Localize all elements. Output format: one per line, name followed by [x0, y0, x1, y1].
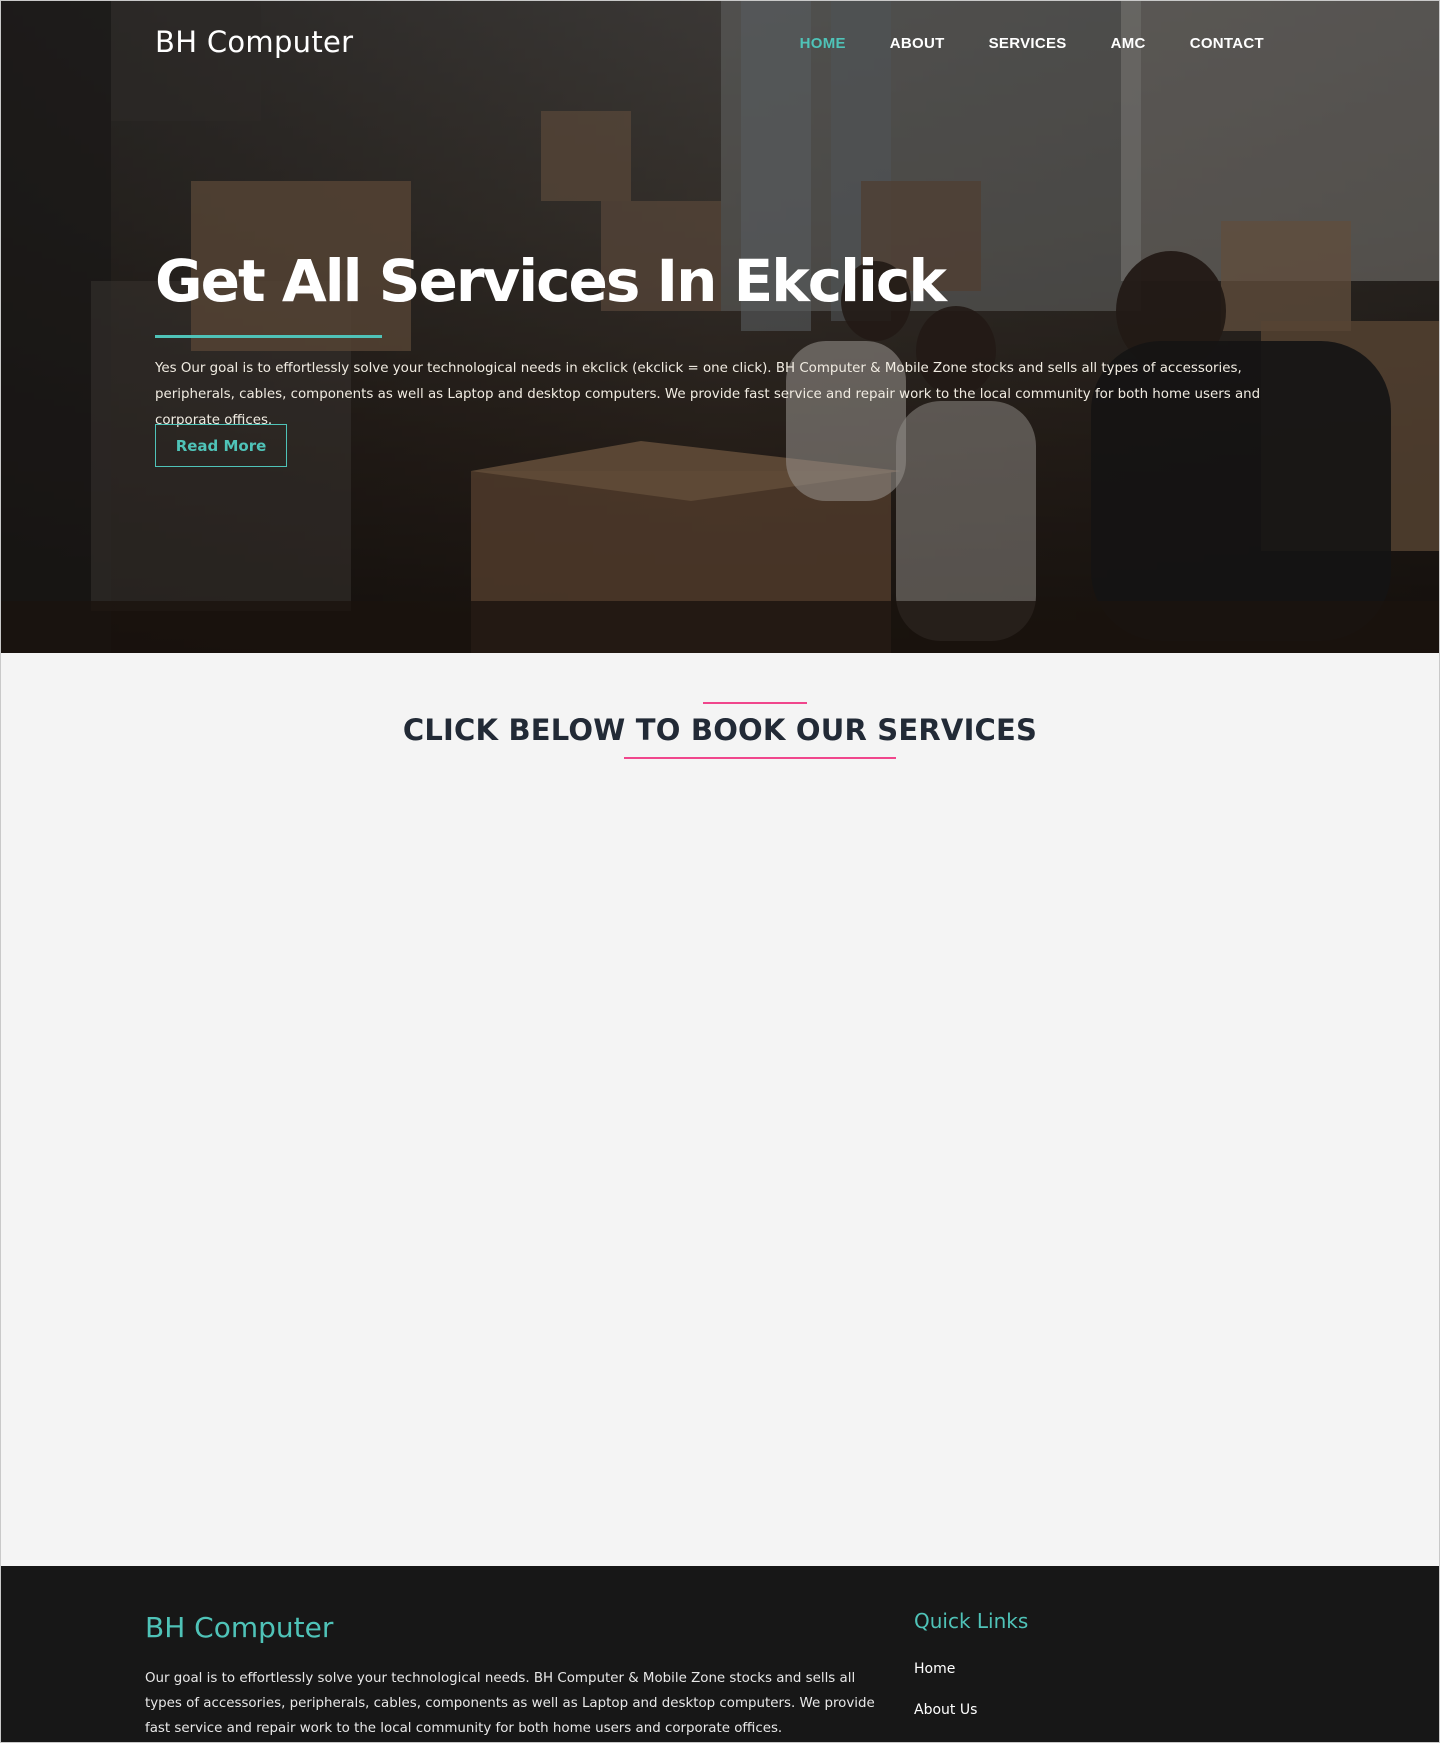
footer-description: Our goal is to effortlessly solve your t…: [145, 1671, 875, 1736]
site-logo[interactable]: BH Computer: [155, 25, 353, 59]
quick-links-list: Home About Us: [914, 1661, 977, 1743]
hero-title: Get All Services In Ekclick: [155, 247, 947, 315]
read-more-button[interactable]: Read More: [155, 424, 287, 467]
hero-title-underline: [155, 335, 382, 338]
main-nav: HOME ABOUT SERVICES AMC CONTACT: [800, 35, 1264, 52]
quick-link-home[interactable]: Home: [914, 1661, 977, 1702]
footer-brand: BH Computer: [145, 1611, 334, 1644]
hero-section: BH Computer HOME ABOUT SERVICES AMC CONT…: [1, 1, 1439, 653]
quick-link-about-us[interactable]: About Us: [914, 1702, 977, 1743]
nav-contact[interactable]: CONTACT: [1190, 35, 1264, 52]
services-section: CLICK BELOW TO BOOK OUR SERVICES: [1, 653, 1439, 1566]
heading-accent-top: [703, 702, 807, 704]
services-heading: CLICK BELOW TO BOOK OUR SERVICES: [402, 713, 1038, 747]
hero-dark-overlay: [1, 1, 1439, 653]
heading-accent-bottom: [624, 757, 896, 759]
nav-amc[interactable]: AMC: [1111, 35, 1146, 52]
nav-services[interactable]: SERVICES: [989, 35, 1067, 52]
footer: BH Computer Our goal is to effortlessly …: [1, 1566, 1439, 1743]
nav-home[interactable]: HOME: [800, 35, 846, 52]
hero-description: Yes Our goal is to effortlessly solve yo…: [155, 361, 1261, 428]
nav-about[interactable]: ABOUT: [890, 35, 945, 52]
quick-links-title: Quick Links: [914, 1609, 1029, 1633]
